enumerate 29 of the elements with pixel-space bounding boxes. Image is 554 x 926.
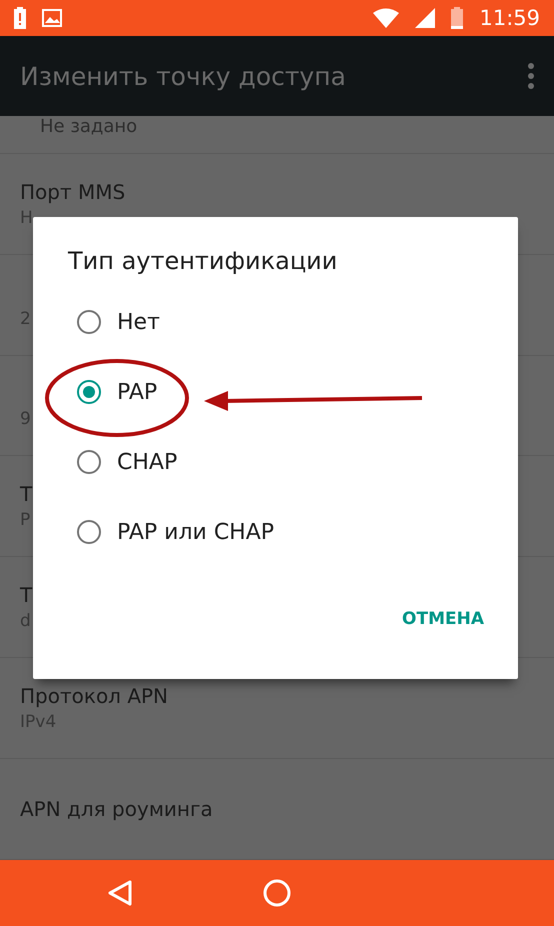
image-icon [42, 9, 62, 27]
screen-title: Изменить точку доступа [20, 62, 347, 90]
option-label: Нет [117, 310, 160, 334]
radio-option[interactable]: CHAP [33, 427, 178, 497]
setting-title: APN для роуминга [20, 797, 213, 822]
option-label: PAP [117, 380, 158, 404]
radio-icon[interactable] [77, 380, 101, 404]
wifi-icon [373, 8, 400, 28]
status-time: 11:59 [479, 6, 540, 30]
more-options-icon[interactable] [528, 63, 534, 89]
radio-option[interactable]: PAP или CHAP [33, 497, 274, 567]
battery-alert-icon [14, 7, 26, 29]
option-label: CHAP [117, 450, 178, 474]
radio-option[interactable]: PAP [33, 357, 158, 427]
option-label: PAP или CHAP [117, 520, 274, 544]
setting-title: Протокол APN [20, 684, 168, 708]
setting-title: Т [20, 583, 32, 608]
home-icon[interactable] [263, 879, 291, 907]
cancel-button[interactable]: ОТМЕНА [402, 603, 484, 635]
battery-icon [451, 7, 464, 29]
signal-icon [415, 8, 436, 28]
setting-title: Т [20, 482, 32, 506]
radio-icon[interactable] [77, 450, 101, 474]
radio-icon[interactable] [77, 520, 101, 544]
radio-option[interactable]: Нет [33, 287, 160, 357]
setting-value: Не задано [39, 116, 138, 138]
back-icon[interactable] [107, 879, 133, 907]
radio-icon[interactable] [77, 310, 101, 334]
setting-title: Порт MMS [20, 180, 126, 204]
